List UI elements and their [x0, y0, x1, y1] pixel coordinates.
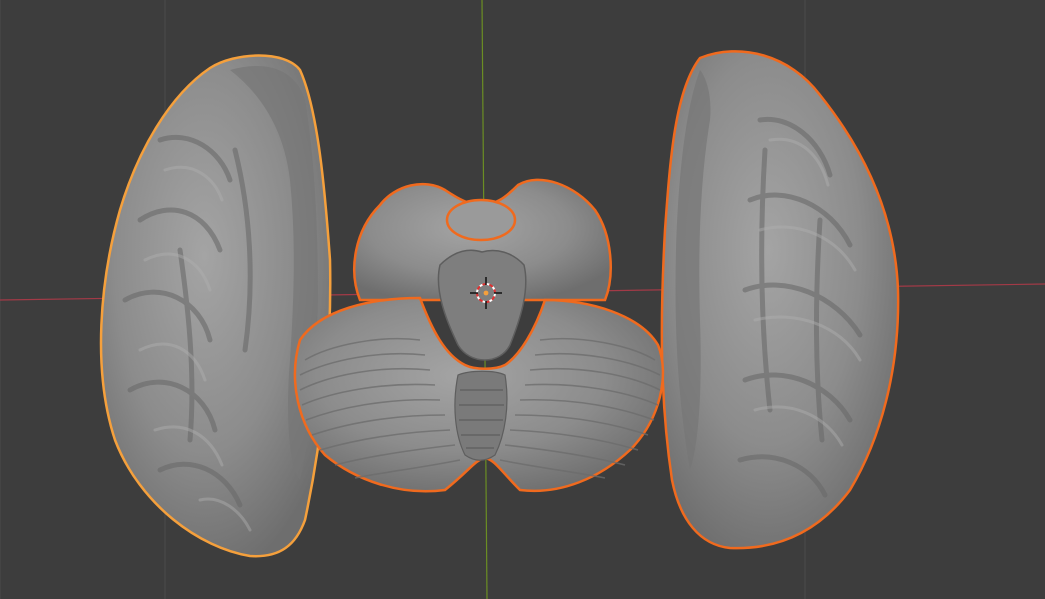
- pons-bulb: [445, 198, 517, 242]
- right-cerebral-hemisphere[interactable]: [660, 50, 900, 550]
- 3d-viewport[interactable]: [0, 0, 1045, 599]
- left-cerebral-hemisphere[interactable]: [99, 54, 332, 558]
